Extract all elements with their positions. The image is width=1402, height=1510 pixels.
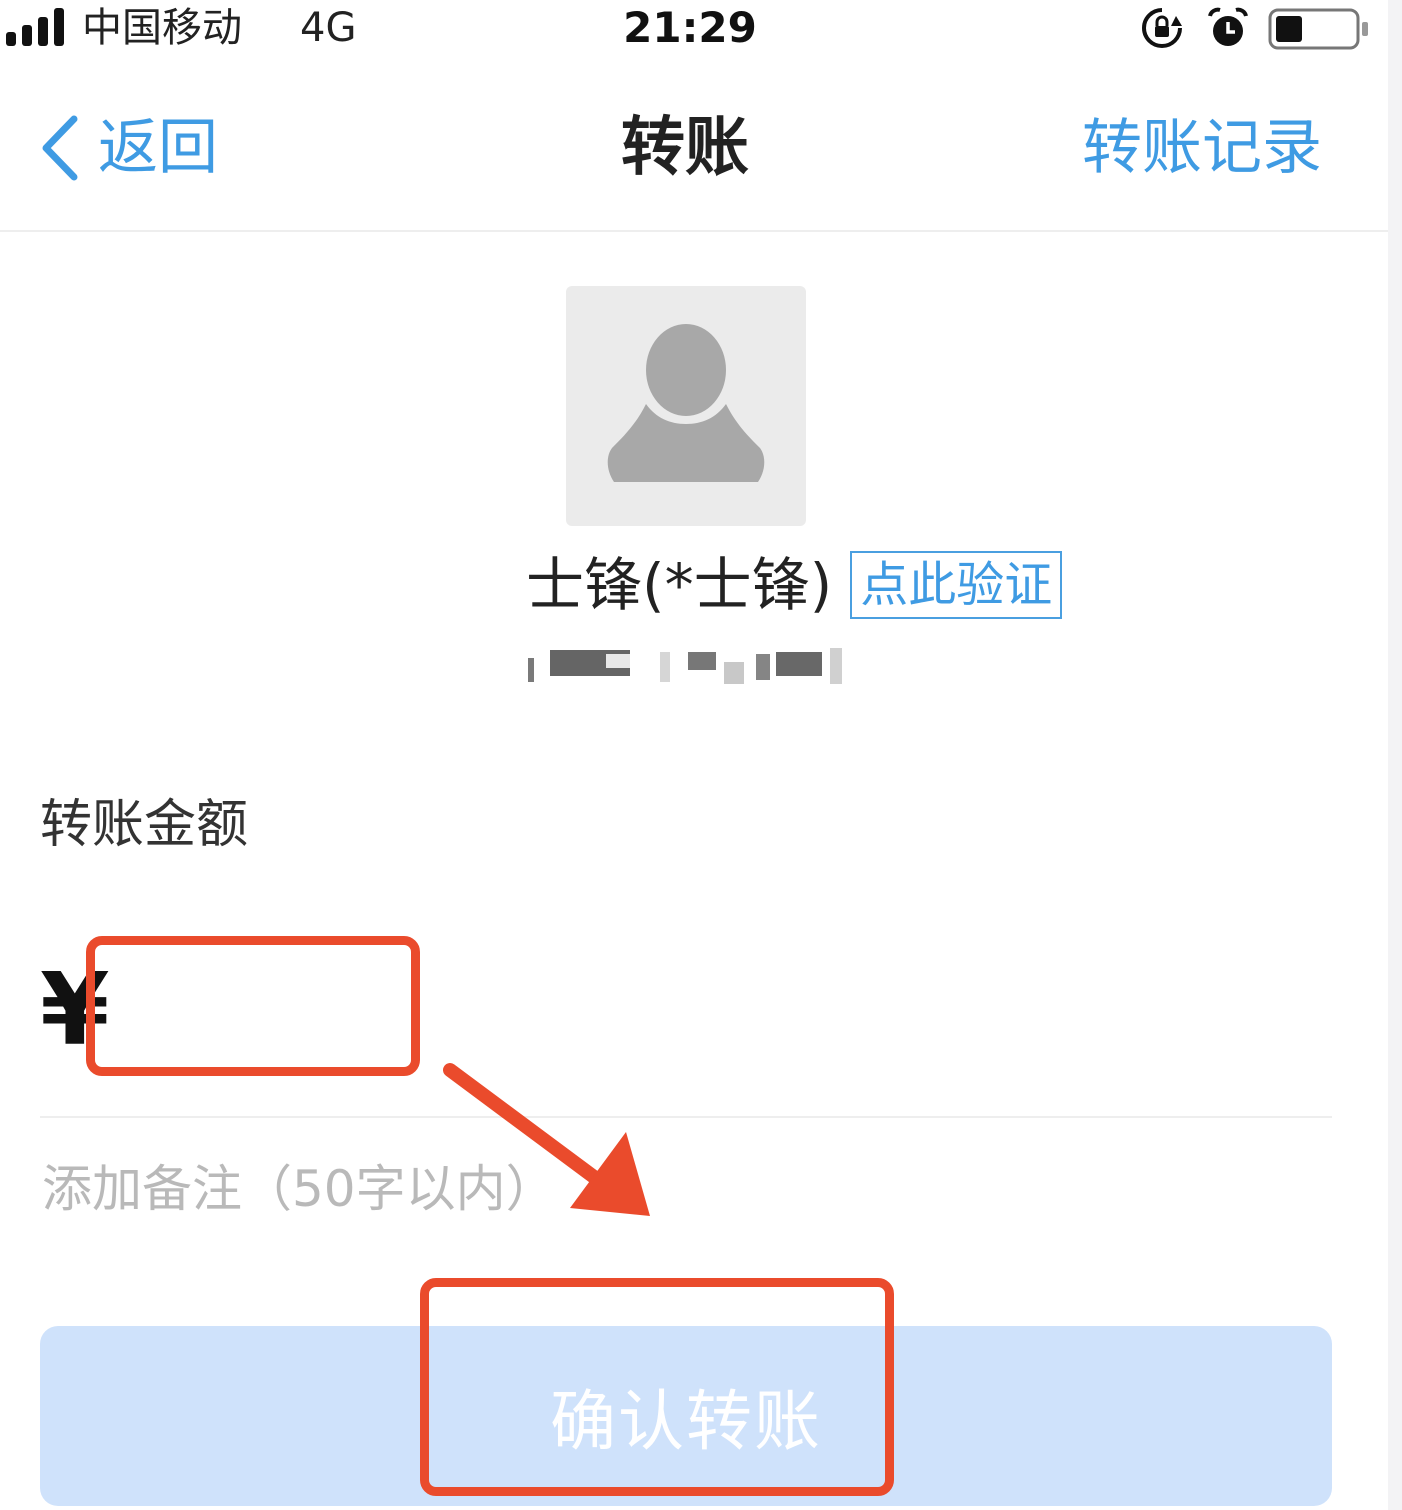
network-type: 4G — [300, 5, 357, 51]
battery-icon — [1268, 8, 1368, 50]
status-bar: 中国移动 4G 21:29 — [0, 0, 1388, 62]
rotation-lock-icon — [1142, 8, 1182, 48]
back-label: 返回 — [98, 113, 218, 183]
page-title: 转账 — [621, 111, 749, 185]
signal-icon — [6, 8, 64, 46]
amount-label: 转账金额 — [40, 795, 249, 855]
recipient-name: 士锋(*士锋) — [526, 551, 833, 619]
divider — [40, 1116, 1332, 1118]
masked-account-number — [510, 640, 852, 688]
confirm-transfer-button[interactable]: 确认转账 — [40, 1326, 1332, 1506]
back-button[interactable]: 返回 — [36, 108, 218, 188]
transfer-records-link[interactable]: 转账记录 — [1082, 108, 1322, 188]
currency-symbol: ¥ — [40, 951, 110, 1068]
recipient-row: 士锋(*士锋) 点此验证 — [526, 548, 1063, 622]
alarm-icon — [1208, 7, 1248, 46]
screen-edge — [1388, 0, 1402, 1510]
navigation-bar: 返回 转账 转账记录 — [0, 70, 1388, 232]
verify-button[interactable]: 点此验证 — [850, 551, 1063, 619]
note-input[interactable] — [40, 1150, 944, 1228]
avatar — [566, 286, 806, 526]
chevron-left-icon — [42, 115, 78, 181]
clock: 21:29 — [623, 3, 757, 52]
default-avatar-icon — [607, 324, 765, 482]
amount-input[interactable] — [110, 950, 404, 1058]
carrier-name: 中国移动 — [82, 5, 242, 51]
